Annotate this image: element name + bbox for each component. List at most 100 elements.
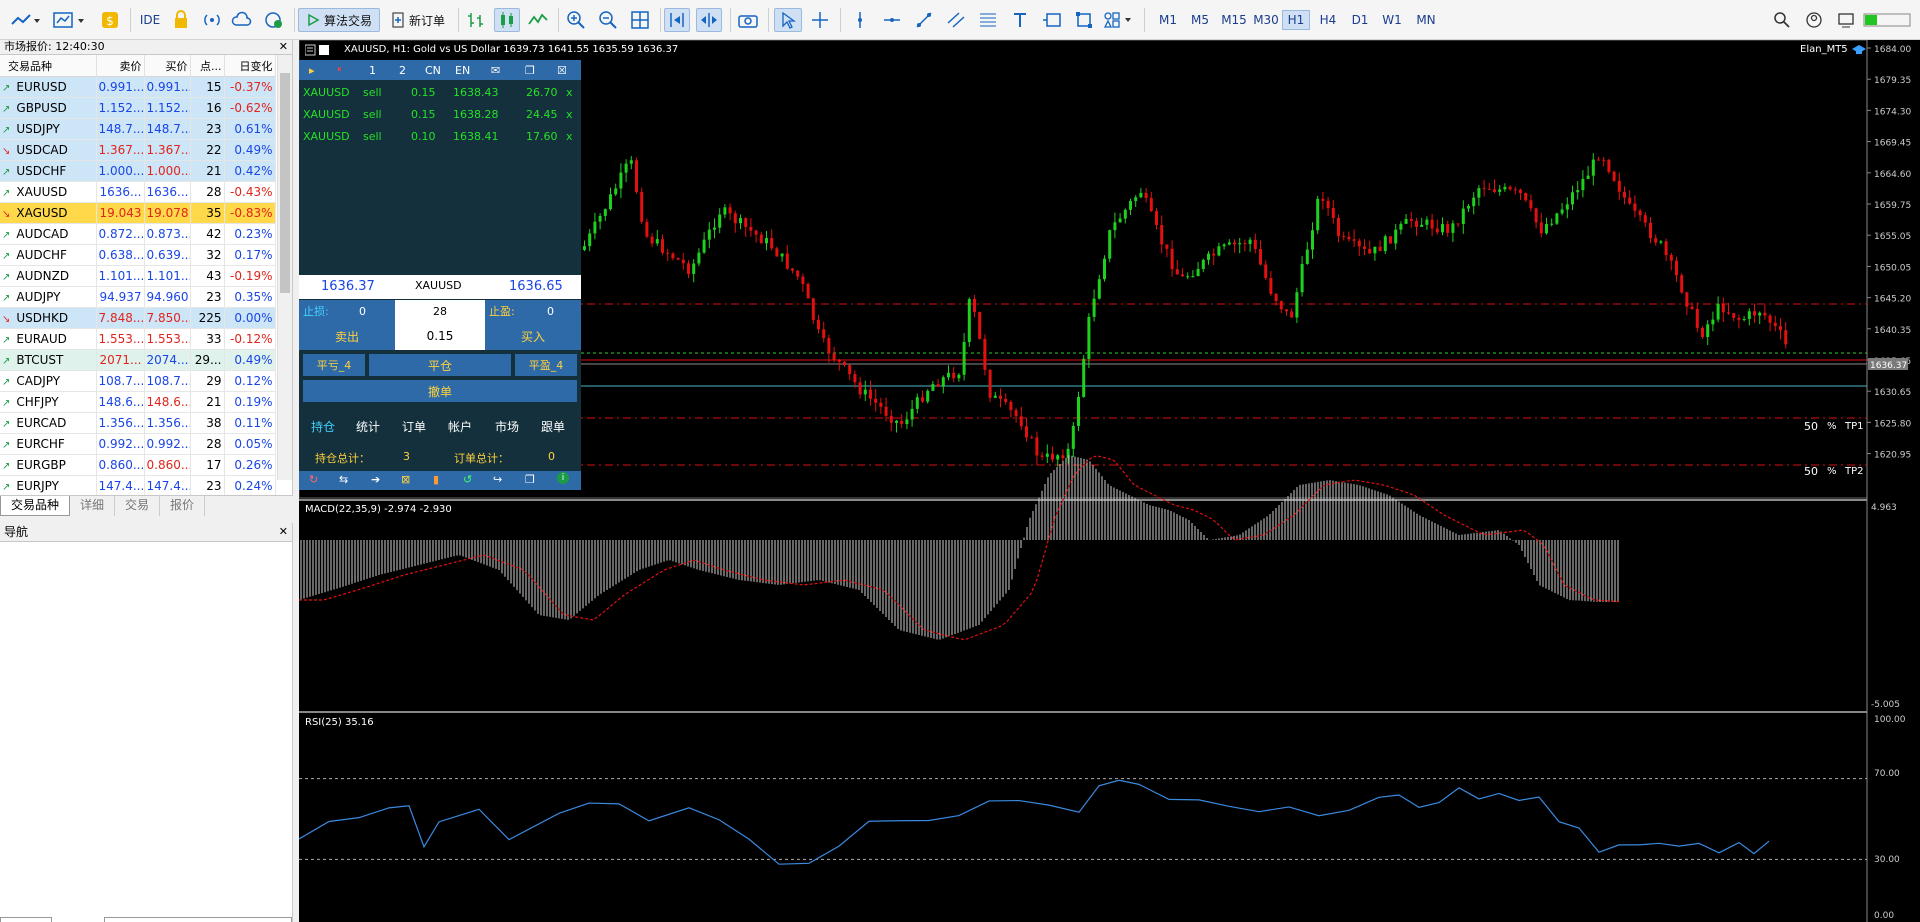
close-icon[interactable]: ✕ bbox=[279, 523, 288, 541]
close-icon[interactable]: ☒ bbox=[557, 64, 567, 77]
symbol-cell[interactable]: ↘ USDCAD bbox=[0, 139, 97, 161]
tab-stats[interactable]: 统计 bbox=[356, 418, 380, 435]
col-ask[interactable]: 买价 bbox=[144, 55, 191, 77]
ide-button[interactable]: IDE bbox=[136, 8, 164, 32]
crosshair-icon[interactable] bbox=[808, 8, 832, 32]
table-row[interactable]: ↗ USDCHF 1.000... 1.000... 21 0.42% bbox=[0, 160, 276, 182]
table-row[interactable]: ↗ EURUSD 0.991... 0.991... 15 -0.37% bbox=[0, 76, 276, 98]
head-cn[interactable]: CN bbox=[425, 64, 441, 77]
refresh-icon[interactable]: ↻ bbox=[309, 473, 318, 486]
chart-type-icon[interactable] bbox=[8, 8, 42, 32]
table-row[interactable]: ↗ XAUUSD 1636... 1636... 28 -0.43% bbox=[0, 181, 276, 203]
shapes-icon[interactable] bbox=[1102, 8, 1136, 32]
info-icon[interactable]: i bbox=[557, 472, 569, 484]
table-row[interactable]: ↘ USDCAD 1.367... 1.367... 22 0.49% bbox=[0, 139, 276, 161]
timeframe-m30[interactable]: M30 bbox=[1250, 10, 1282, 30]
col-symbol[interactable]: 交易品种 bbox=[0, 55, 97, 77]
order-row[interactable]: XAUUSD sell 0.10 1638.41 17.60 x bbox=[301, 126, 579, 148]
table-row[interactable]: ↗ AUDNZD 1.101... 1.101... 43 -0.19% bbox=[0, 265, 276, 287]
lot-input[interactable]: 0.15 bbox=[395, 322, 485, 350]
zoom-in-icon[interactable] bbox=[564, 8, 588, 32]
line-chart-icon[interactable] bbox=[526, 8, 550, 32]
copy-icon[interactable]: ❐ bbox=[525, 473, 535, 486]
symbol-cell[interactable]: ↗ EURJPY bbox=[0, 475, 97, 497]
order-row[interactable]: XAUUSD sell 0.15 1638.28 24.45 x bbox=[301, 104, 579, 126]
bar-chart-icon[interactable] bbox=[464, 8, 488, 32]
symbol-cell[interactable]: ↗ BTCUST bbox=[0, 349, 97, 371]
timeframe-m15[interactable]: M15 bbox=[1218, 10, 1250, 30]
symbol-cell[interactable]: ↗ USDCHF bbox=[0, 160, 97, 182]
table-row[interactable]: ↗ EURJPY 147.4... 147.4... 23 0.24% bbox=[0, 475, 276, 497]
symbol-cell[interactable]: ↗ XAUUSD bbox=[0, 181, 97, 203]
symbol-cell[interactable]: ↗ AUDJPY bbox=[0, 286, 97, 308]
trash-icon[interactable]: ▮ bbox=[433, 473, 439, 486]
col-spread[interactable]: 点... bbox=[190, 55, 225, 77]
cloud-icon[interactable] bbox=[230, 8, 254, 32]
table-row[interactable]: ↗ AUDJPY 94.937 94.960 23 0.35% bbox=[0, 286, 276, 308]
pause-icon[interactable]: ⏸ bbox=[337, 65, 342, 75]
screenshot-icon[interactable] bbox=[736, 8, 760, 32]
symbol-cell[interactable]: ↘ USDHKD bbox=[0, 307, 97, 329]
cursor-icon[interactable] bbox=[774, 8, 802, 32]
timeframe-m1[interactable]: M1 bbox=[1154, 10, 1182, 30]
swap-icon[interactable]: ⇆ bbox=[339, 473, 348, 486]
col-daily-change[interactable]: 日变化 bbox=[224, 55, 276, 77]
table-row[interactable]: ↗ CADJPY 108.7... 108.7... 29 0.12% bbox=[0, 370, 276, 392]
search-icon[interactable] bbox=[1770, 8, 1794, 32]
tab-account[interactable]: 帐户 bbox=[448, 418, 472, 435]
scroll-thumb[interactable] bbox=[280, 73, 290, 293]
label-icon[interactable] bbox=[1040, 8, 1064, 32]
tab-trading[interactable]: 交易 bbox=[115, 496, 161, 516]
buy-button[interactable]: 买入 bbox=[485, 322, 581, 350]
symbol-cell[interactable]: ↗ EURGBP bbox=[0, 454, 97, 476]
channel-icon[interactable] bbox=[944, 8, 968, 32]
mail-icon[interactable]: ✉ bbox=[491, 64, 500, 77]
symbol-cell[interactable]: ↗ AUDNZD bbox=[0, 265, 97, 287]
symbol-cell[interactable]: ↗ EURCHF bbox=[0, 433, 97, 455]
symbol-cell[interactable]: ↗ EURAUD bbox=[0, 328, 97, 350]
play-icon[interactable]: ▸ bbox=[309, 64, 315, 77]
symbol-cell[interactable]: ↗ AUDCAD bbox=[0, 223, 97, 245]
navigator-tab-common[interactable] bbox=[0, 917, 52, 922]
table-row[interactable]: ↗ EURGBP 0.860... 0.860... 17 0.26% bbox=[0, 454, 276, 476]
head-1[interactable]: 1 bbox=[369, 64, 376, 77]
window-icon[interactable]: ❐ bbox=[525, 64, 535, 77]
tile-windows-icon[interactable] bbox=[628, 8, 652, 32]
tab-details[interactable]: 详细 bbox=[70, 496, 116, 516]
symbol-cell[interactable]: ↘ XAGUSD bbox=[0, 202, 97, 224]
candlestick-icon[interactable] bbox=[494, 8, 520, 32]
algo-trading-button[interactable]: 算法交易 bbox=[298, 8, 380, 32]
take-profit-box[interactable]: 止盈: 0 bbox=[485, 300, 581, 322]
text-icon[interactable] bbox=[1008, 8, 1032, 32]
market-watch-scrollbar[interactable] bbox=[277, 55, 292, 480]
close-loss-button[interactable]: 平亏_4 bbox=[303, 354, 365, 376]
zoom-out-icon[interactable] bbox=[596, 8, 620, 32]
table-row[interactable]: ↗ AUDCAD 0.872... 0.873... 42 0.23% bbox=[0, 223, 276, 245]
timeframe-mn[interactable]: MN bbox=[1410, 10, 1442, 30]
symbol-cell[interactable]: ↗ GBPUSD bbox=[0, 97, 97, 119]
autoscroll-icon[interactable] bbox=[664, 8, 690, 32]
chart-menu-icon[interactable] bbox=[305, 44, 329, 56]
connection-status-icon[interactable] bbox=[1862, 8, 1914, 32]
close-box-icon[interactable]: ⊠ bbox=[401, 473, 410, 486]
lock-icon[interactable] bbox=[170, 8, 192, 32]
timeframe-h1[interactable]: H1 bbox=[1282, 10, 1310, 30]
table-row[interactable]: ↗ GBPUSD 1.152... 1.152... 16 -0.62% bbox=[0, 97, 276, 119]
head-en[interactable]: EN bbox=[455, 64, 470, 77]
trendline-icon[interactable] bbox=[912, 8, 936, 32]
cancel-orders-button[interactable]: 撤单 bbox=[303, 380, 577, 402]
close-profit-button[interactable]: 平盈_4 bbox=[515, 354, 577, 376]
chart-shift-icon[interactable] bbox=[696, 8, 722, 32]
symbol-cell[interactable]: ↗ EURUSD bbox=[0, 76, 97, 98]
head-2[interactable]: 2 bbox=[399, 64, 406, 77]
tab-ticks[interactable]: 报价 bbox=[160, 496, 206, 516]
reload-icon[interactable]: ↺ bbox=[463, 473, 472, 486]
col-bid[interactable]: 卖价 bbox=[96, 55, 145, 77]
return-icon[interactable]: ↪ bbox=[493, 473, 502, 486]
timeframe-w1[interactable]: W1 bbox=[1378, 10, 1406, 30]
order-close-icon[interactable]: x bbox=[566, 86, 573, 99]
close-all-button[interactable]: 平仓 bbox=[369, 354, 511, 376]
table-row[interactable]: ↗ AUDCHF 0.638... 0.639... 32 0.17% bbox=[0, 244, 276, 266]
tab-market[interactable]: 市场 bbox=[495, 418, 519, 435]
symbol-cell[interactable]: ↗ USDJPY bbox=[0, 118, 97, 140]
